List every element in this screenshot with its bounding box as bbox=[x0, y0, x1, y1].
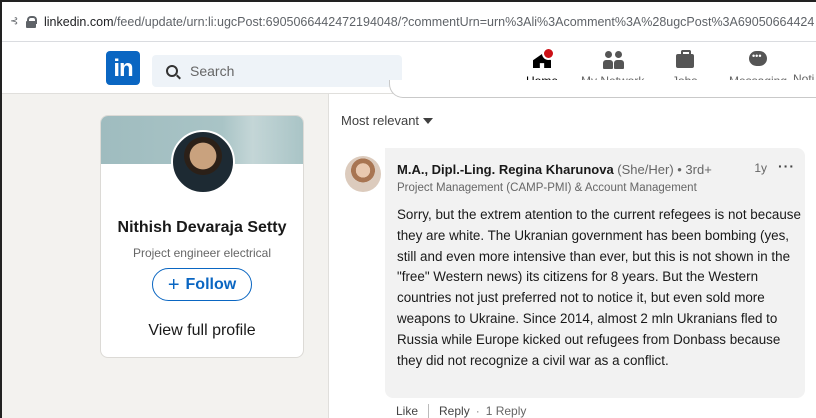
more-options-icon[interactable]: ··· bbox=[778, 158, 795, 174]
caret-down-icon bbox=[423, 117, 434, 124]
divider bbox=[428, 404, 430, 418]
profile-avatar[interactable] bbox=[171, 130, 235, 194]
profile-card: Nithish Devaraja Setty Project engineer … bbox=[100, 115, 304, 358]
sort-dropdown[interactable]: Most relevant bbox=[341, 113, 434, 128]
comment-timestamp: 1y bbox=[754, 161, 767, 175]
comment-author-meta: (She/Her) • 3rd+ bbox=[617, 162, 712, 177]
comment-author-line: M.A., Dipl.-Ling. Regina Kharunova (She/… bbox=[397, 162, 712, 177]
comments-panel: Most relevant M.A., Dipl.-Ling. Regina K… bbox=[328, 80, 816, 418]
home-icon bbox=[530, 47, 555, 72]
comment-bubble: M.A., Dipl.-Ling. Regina Kharunova (She/… bbox=[385, 148, 805, 398]
reply-button[interactable]: Reply bbox=[439, 404, 470, 418]
comment-input-edge[interactable] bbox=[389, 80, 816, 98]
notification-dot-icon bbox=[542, 47, 555, 60]
plus-icon: + bbox=[167, 273, 180, 296]
search-input[interactable]: Search bbox=[152, 55, 402, 87]
comment-author-name[interactable]: M.A., Dipl.-Ling. Regina Kharunova bbox=[397, 162, 614, 177]
messaging-icon bbox=[746, 48, 770, 72]
address-bar[interactable]: ⊰ linkedin.com/feed/update/urn:li:ugcPos… bbox=[2, 2, 816, 42]
like-button[interactable]: Like bbox=[396, 404, 418, 418]
comment-author-title: Project Management (CAMP-PMI) & Account … bbox=[397, 182, 697, 194]
lock-icon[interactable] bbox=[26, 15, 37, 28]
sort-label: Most relevant bbox=[341, 113, 420, 128]
commenter-avatar[interactable] bbox=[345, 156, 381, 192]
view-full-profile-link[interactable]: View full profile bbox=[101, 322, 303, 340]
browser-window: ⊰ linkedin.com/feed/update/urn:li:ugcPos… bbox=[0, 0, 816, 418]
linkedin-logo-icon[interactable]: in bbox=[106, 51, 140, 85]
profile-name[interactable]: Nithish Devaraja Setty bbox=[101, 219, 303, 237]
url-path: /feed/update/urn:li:ugcPost:690506644247… bbox=[113, 14, 815, 29]
comment-text: Sorry, but the extrem atention to the cu… bbox=[397, 207, 801, 368]
profile-headline: Project engineer electrical bbox=[132, 246, 272, 260]
follow-button[interactable]: + Follow bbox=[152, 268, 252, 301]
follow-label: Follow bbox=[185, 275, 237, 293]
search-icon bbox=[166, 65, 178, 77]
comment-actions: Like Reply · 1 Reply bbox=[396, 404, 526, 418]
page-info-icon[interactable]: ⊰ bbox=[10, 16, 20, 27]
reply-count-link[interactable]: 1 Reply bbox=[486, 404, 527, 418]
jobs-icon bbox=[673, 48, 697, 72]
my-network-icon bbox=[601, 48, 625, 72]
url-host: linkedin.com bbox=[44, 14, 114, 29]
search-placeholder: Search bbox=[190, 63, 235, 79]
separator-dot: · bbox=[475, 404, 480, 418]
